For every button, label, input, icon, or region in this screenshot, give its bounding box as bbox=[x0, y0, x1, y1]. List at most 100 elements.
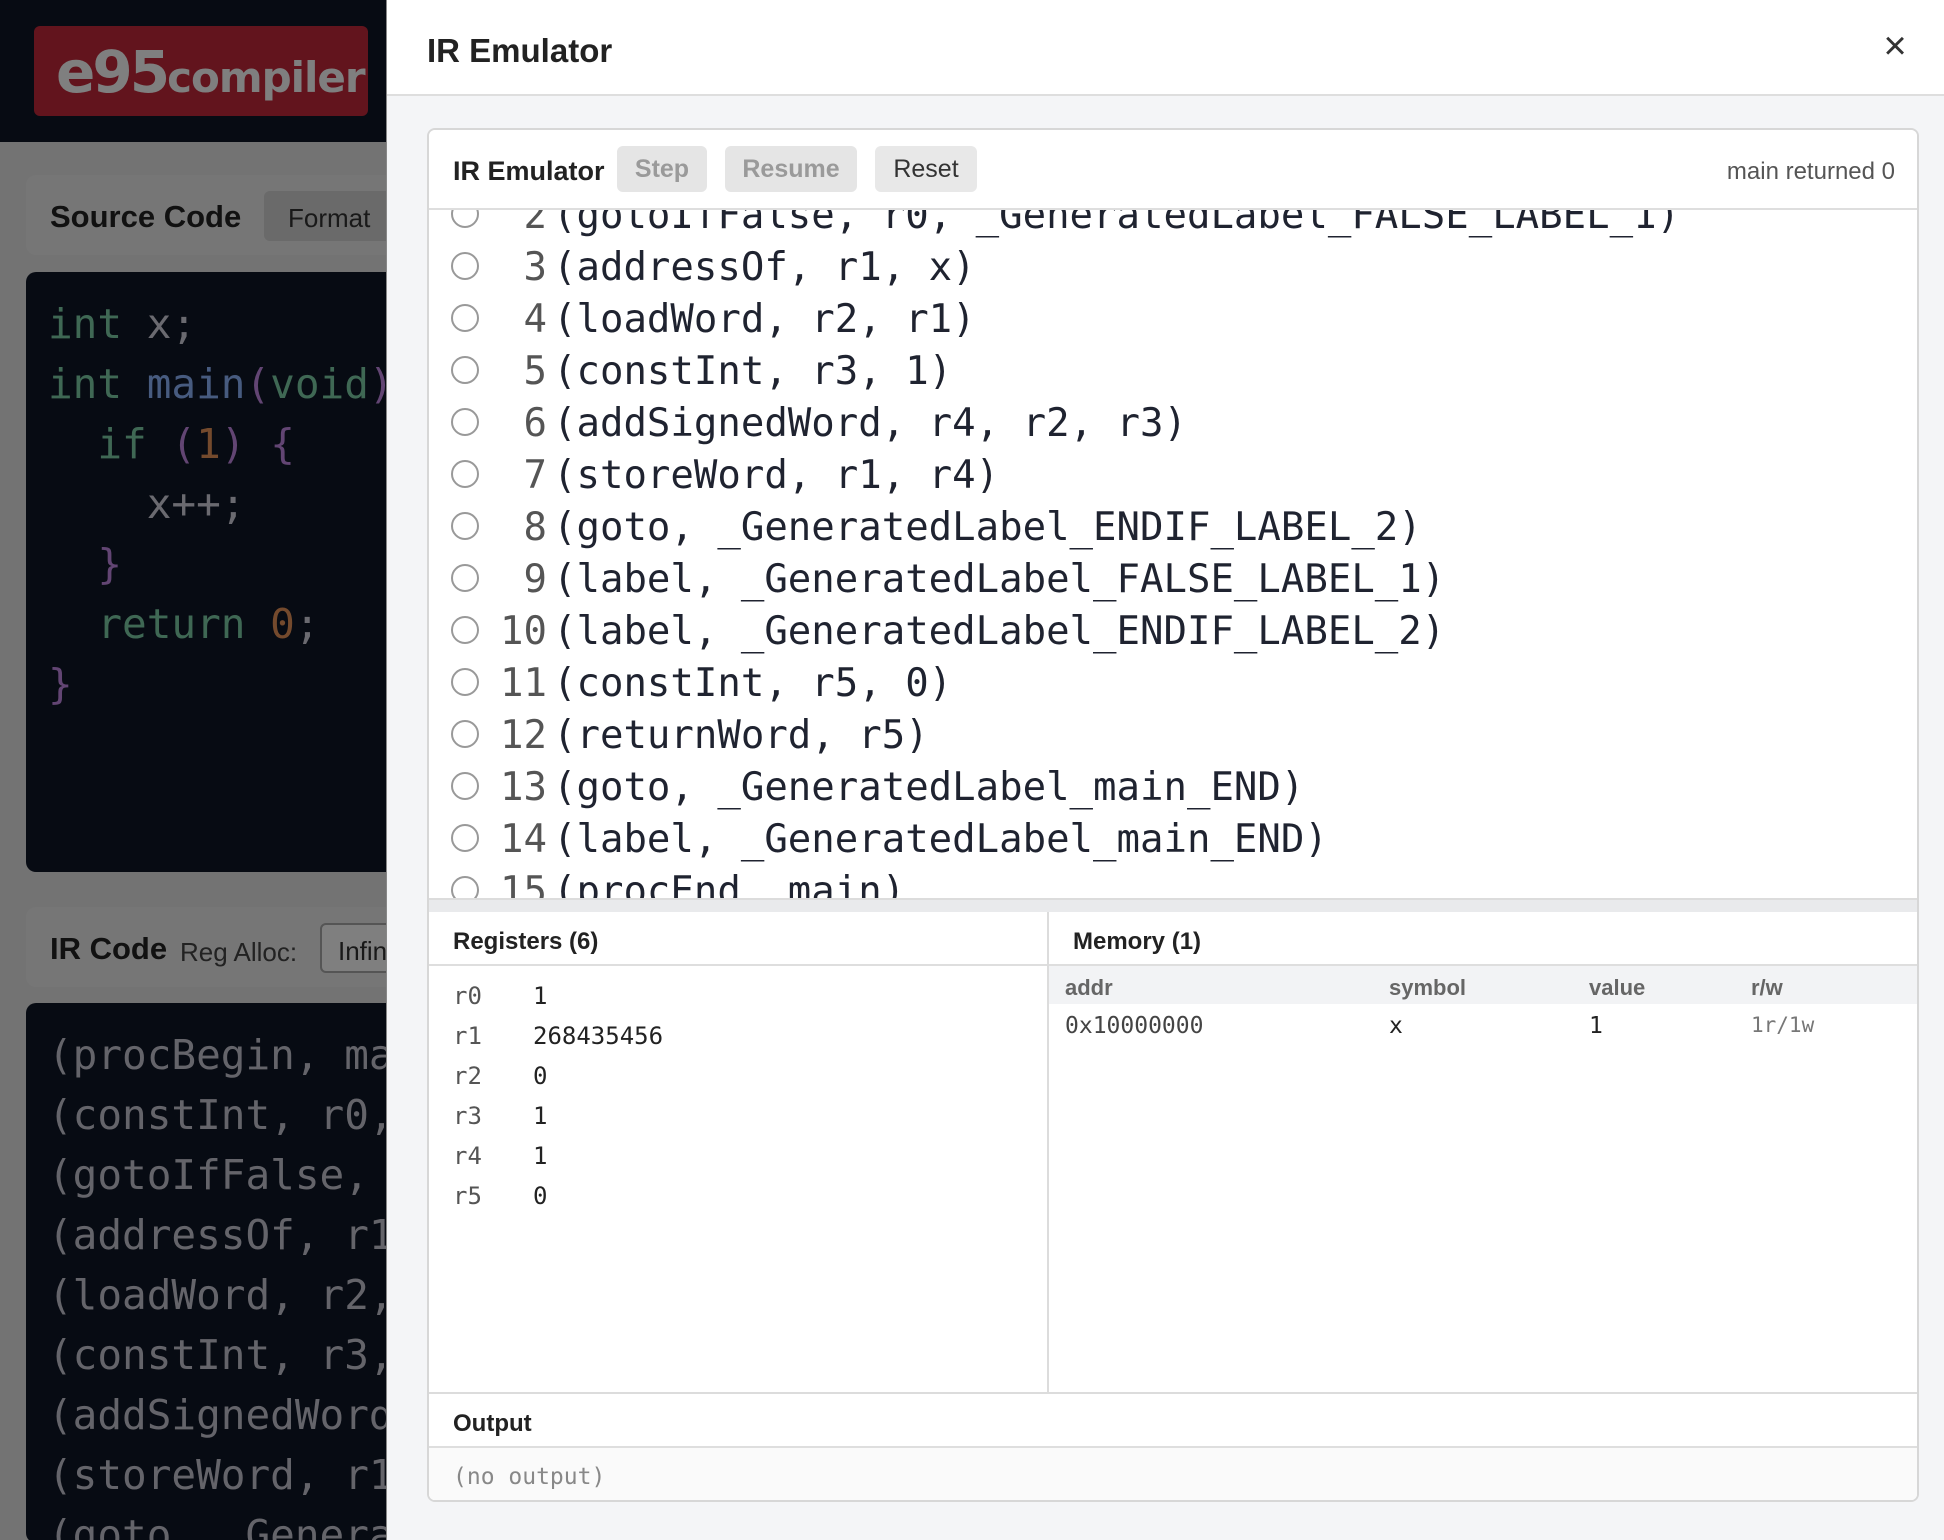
line-number: 6 bbox=[523, 401, 547, 446]
memory-addr: 0x10000000 bbox=[1065, 1013, 1204, 1039]
register-name: r5 bbox=[453, 1182, 482, 1210]
breakpoint-toggle[interactable] bbox=[451, 408, 479, 436]
line-number: 14 bbox=[500, 817, 547, 862]
instruction-row: 7 (storeWord, r1, r4) bbox=[429, 448, 1917, 500]
instruction-text: (addressOf, r1, x) bbox=[553, 245, 976, 290]
line-number: 7 bbox=[523, 453, 547, 498]
instruction-row: 5 (constInt, r3, 1) bbox=[429, 344, 1917, 396]
register-row: r0 1 bbox=[453, 976, 1013, 1016]
register-name: r2 bbox=[453, 1062, 482, 1090]
close-icon: × bbox=[1883, 24, 1907, 68]
state-divider bbox=[429, 898, 1917, 912]
breakpoint-toggle[interactable] bbox=[451, 772, 479, 800]
instruction-text: (label, _GeneratedLabel_main_END) bbox=[553, 817, 1328, 862]
instruction-text: (gotoIfFalse, r0, _GeneratedLabel_FALSE_… bbox=[553, 210, 1681, 238]
register-name: r1 bbox=[453, 1022, 482, 1050]
breakpoint-toggle[interactable] bbox=[451, 210, 479, 228]
ir-emulator-modal: IR Emulator × IR Emulator Step Resume Re… bbox=[386, 0, 1944, 1540]
instruction-text: (constInt, r5, 0) bbox=[553, 661, 953, 706]
instruction-text: (label, _GeneratedLabel_FALSE_LABEL_1) bbox=[553, 557, 1446, 602]
register-row: r2 0 bbox=[453, 1056, 1013, 1096]
line-number: 12 bbox=[500, 713, 547, 758]
memory-value: 1 bbox=[1589, 1013, 1603, 1039]
register-name: r3 bbox=[453, 1102, 482, 1130]
output-body: (no output) bbox=[429, 1448, 1917, 1500]
memory-row: 0x10000000 x 1 1r/1w bbox=[1049, 1004, 1917, 1044]
register-name: r0 bbox=[453, 982, 482, 1010]
output-title: Output bbox=[453, 1410, 532, 1437]
registers-header: Registers (6) bbox=[429, 912, 1047, 966]
step-button[interactable]: Step bbox=[617, 146, 707, 192]
register-row: r4 1 bbox=[453, 1136, 1013, 1176]
instruction-text: (label, _GeneratedLabel_ENDIF_LABEL_2) bbox=[553, 609, 1446, 654]
memory-title: Memory (1) bbox=[1073, 928, 1202, 955]
breakpoint-toggle[interactable] bbox=[451, 356, 479, 384]
breakpoint-toggle[interactable] bbox=[451, 460, 479, 488]
instruction-row: 15 (procEnd, main) bbox=[429, 864, 1917, 898]
instruction-text: (storeWord, r1, r4) bbox=[553, 453, 1000, 498]
instruction-text: (returnWord, r5) bbox=[553, 713, 929, 758]
line-number: 9 bbox=[523, 557, 547, 602]
instruction-row: 12 (returnWord, r5) bbox=[429, 708, 1917, 760]
register-value: 0 bbox=[533, 1182, 548, 1210]
registers-table: r0 1 r1 268435456 r2 0 r3 1 r4 1 r5 0 bbox=[453, 976, 1013, 1216]
line-number: 5 bbox=[523, 349, 547, 394]
instruction-row: 11 (constInt, r5, 0) bbox=[429, 656, 1917, 708]
breakpoint-toggle[interactable] bbox=[451, 252, 479, 280]
resume-button[interactable]: Resume bbox=[725, 146, 857, 192]
column-header-symbol: symbol bbox=[1389, 975, 1467, 1000]
line-number: 8 bbox=[523, 505, 547, 550]
close-button[interactable]: × bbox=[1873, 24, 1917, 68]
breakpoint-toggle[interactable] bbox=[451, 668, 479, 696]
emulator-title: IR Emulator bbox=[453, 156, 605, 186]
instruction-row: 13 (goto, _GeneratedLabel_main_END) bbox=[429, 760, 1917, 812]
modal-header: IR Emulator × bbox=[387, 0, 1944, 96]
breakpoint-toggle[interactable] bbox=[451, 720, 479, 748]
registers-title: Registers (6) bbox=[453, 928, 599, 955]
output-header: Output bbox=[429, 1394, 1917, 1448]
instruction-list[interactable]: 2 (gotoIfFalse, r0, _GeneratedLabel_FALSE… bbox=[429, 210, 1917, 898]
reset-button[interactable]: Reset bbox=[875, 146, 977, 192]
register-value: 1 bbox=[533, 982, 548, 1010]
register-row: r1 268435456 bbox=[453, 1016, 1013, 1056]
register-row: r5 0 bbox=[453, 1176, 1013, 1216]
memory-table-header: addr symbol value r/w bbox=[1049, 966, 1917, 1004]
register-row: r3 1 bbox=[453, 1096, 1013, 1136]
line-number: 4 bbox=[523, 297, 547, 342]
memory-header: Memory (1) bbox=[1049, 912, 1917, 966]
instruction-text: (goto, _GeneratedLabel_main_END) bbox=[553, 765, 1305, 810]
register-value: 1 bbox=[533, 1142, 548, 1170]
breakpoint-toggle[interactable] bbox=[451, 876, 479, 898]
line-number: 15 bbox=[500, 869, 547, 898]
output-text: (no output) bbox=[453, 1464, 606, 1490]
instruction-text: (addSignedWord, r4, r2, r3) bbox=[553, 401, 1187, 446]
line-number: 3 bbox=[523, 245, 547, 290]
memory-rw: 1r/1w bbox=[1751, 1013, 1815, 1037]
registers-panel: Registers (6) r0 1 r1 268435456 r2 0 r3 1 r4… bbox=[429, 912, 1049, 1392]
breakpoint-toggle[interactable] bbox=[451, 616, 479, 644]
run-status: main returned 0 bbox=[1726, 158, 1895, 185]
breakpoint-toggle[interactable] bbox=[451, 512, 479, 540]
column-header-rw: r/w bbox=[1751, 975, 1783, 1000]
register-name: r4 bbox=[453, 1142, 482, 1170]
instruction-row: 14 (label, _GeneratedLabel_main_END) bbox=[429, 812, 1917, 864]
instruction-row: 10 (label, _GeneratedLabel_ENDIF_LABEL_2) bbox=[429, 604, 1917, 656]
breakpoint-toggle[interactable] bbox=[451, 824, 479, 852]
modal-title: IR Emulator bbox=[427, 32, 613, 69]
line-number: 2 bbox=[523, 210, 547, 238]
instruction-row: 6 (addSignedWord, r4, r2, r3) bbox=[429, 396, 1917, 448]
emulator-card: IR Emulator Step Resume Reset main retur… bbox=[427, 128, 1919, 1502]
memory-symbol: x bbox=[1389, 1013, 1403, 1039]
column-header-addr: addr bbox=[1065, 975, 1113, 1000]
instruction-row: 9 (label, _GeneratedLabel_FALSE_LABEL_1) bbox=[429, 552, 1917, 604]
breakpoint-toggle[interactable] bbox=[451, 304, 479, 332]
instruction-text: (constInt, r3, 1) bbox=[553, 349, 953, 394]
emulator-toolbar: IR Emulator Step Resume Reset main retur… bbox=[429, 130, 1917, 210]
register-value: 1 bbox=[533, 1102, 548, 1130]
instruction-text: (goto, _GeneratedLabel_ENDIF_LABEL_2) bbox=[553, 505, 1422, 550]
breakpoint-toggle[interactable] bbox=[451, 564, 479, 592]
line-number: 10 bbox=[500, 609, 547, 654]
register-value: 268435456 bbox=[533, 1022, 664, 1050]
instruction-row: 4 (loadWord, r2, r1) bbox=[429, 292, 1917, 344]
line-number: 11 bbox=[500, 661, 547, 706]
